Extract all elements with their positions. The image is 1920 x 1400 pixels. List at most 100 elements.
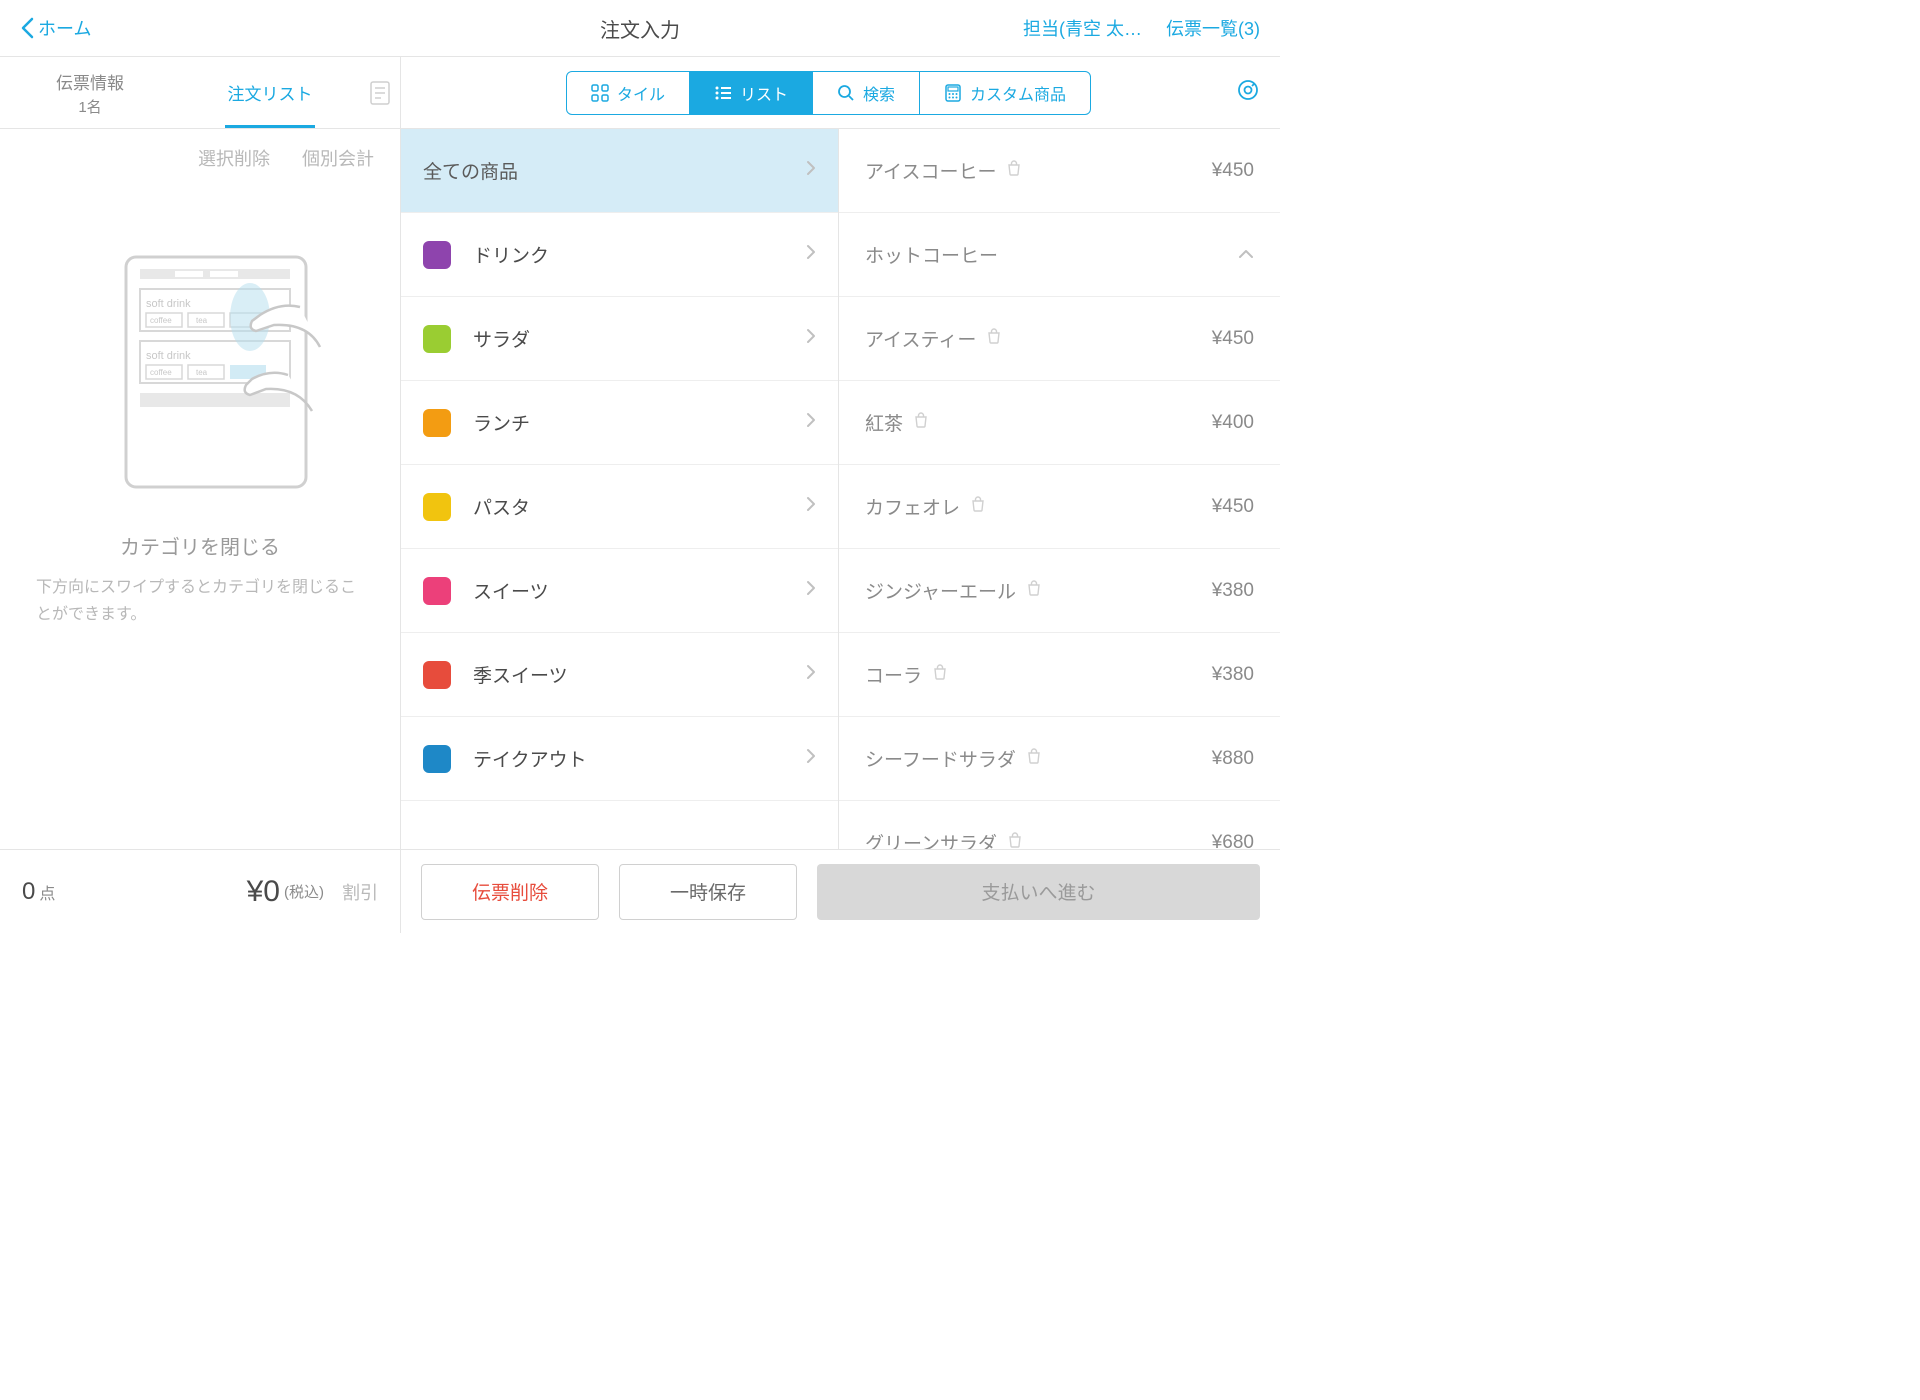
category-row[interactable]: 季スイーツ [401, 633, 838, 717]
category-row[interactable]: ドリンク [401, 213, 838, 297]
view-custom-label: カスタム商品 [970, 81, 1066, 105]
hold-button[interactable]: 一時保存 [619, 864, 797, 920]
product-name: シーフードサラダ [865, 745, 1212, 772]
gear-icon [1236, 78, 1260, 102]
product-name: グリーンサラダ [865, 829, 1212, 849]
settings-button[interactable] [1236, 78, 1260, 107]
bag-icon [986, 328, 1002, 350]
individual-bill-button[interactable]: 個別会計 [302, 145, 374, 171]
chevron-right-icon [806, 160, 816, 181]
category-color-swatch [423, 661, 451, 689]
empty-illustration: soft drink coffee tea soft drink coffee … [70, 247, 330, 507]
bag-icon [932, 664, 948, 686]
category-row[interactable]: スイーツ [401, 549, 838, 633]
product-price: ¥380 [1212, 664, 1254, 686]
product-name: アイスティー [865, 325, 1212, 352]
delete-slip-button[interactable]: 伝票削除 [421, 864, 599, 920]
bag-icon [913, 412, 929, 434]
slip-list-link[interactable]: 伝票一覧(3) [1166, 15, 1260, 41]
view-search-button[interactable]: 検索 [813, 72, 920, 114]
product-row[interactable]: ホットコーヒー [839, 213, 1280, 297]
list-icon [714, 84, 732, 102]
tab-order-list[interactable]: 注文リスト [180, 57, 360, 128]
chevron-right-icon [806, 496, 816, 517]
category-label: ドリンク [473, 241, 806, 268]
product-row[interactable]: 紅茶¥400 [839, 381, 1280, 465]
category-label: 全ての商品 [423, 157, 806, 184]
view-list-button[interactable]: リスト [690, 72, 813, 114]
view-list-label: リスト [740, 81, 788, 105]
svg-text:coffee: coffee [150, 316, 172, 325]
category-label: テイクアウト [473, 745, 806, 772]
back-button[interactable]: ホーム [20, 15, 91, 41]
tab-order-list-label: 注文リスト [228, 80, 313, 105]
delete-selected-button[interactable]: 選択削除 [198, 145, 270, 171]
category-color-swatch [423, 409, 451, 437]
chevron-left-icon [20, 17, 34, 39]
product-row[interactable]: アイスティー¥450 [839, 297, 1280, 381]
svg-text:soft drink: soft drink [146, 350, 191, 362]
category-label: パスタ [473, 493, 806, 520]
category-color-swatch [423, 493, 451, 521]
category-row[interactable]: テイクアウト [401, 717, 838, 801]
category-row[interactable]: ランチ [401, 381, 838, 465]
chevron-right-icon [806, 664, 816, 685]
category-color-swatch [423, 241, 451, 269]
product-price: ¥400 [1212, 412, 1254, 434]
staff-link[interactable]: 担当(青空 太… [1023, 15, 1142, 41]
category-label: サラダ [473, 325, 806, 352]
category-label: ランチ [473, 409, 806, 436]
svg-text:soft drink: soft drink [146, 298, 191, 310]
category-row[interactable]: 全ての商品 [401, 129, 838, 213]
tab-slip-info[interactable]: 伝票情報 1名 [0, 57, 180, 128]
product-row[interactable]: アイスコーヒー¥450 [839, 129, 1280, 213]
product-name: ホットコーヒー [865, 241, 1238, 268]
chevron-right-icon [806, 412, 816, 433]
proceed-payment-button[interactable]: 支払いへ進む [817, 864, 1260, 920]
calculator-icon [944, 84, 962, 102]
product-name: コーラ [865, 661, 1212, 688]
item-count-unit: 点 [39, 880, 55, 904]
category-color-swatch [423, 325, 451, 353]
product-row[interactable]: カフェオレ¥450 [839, 465, 1280, 549]
product-price: ¥380 [1212, 580, 1254, 602]
category-color-swatch [423, 577, 451, 605]
bag-icon [1026, 748, 1042, 770]
tip-title: カテゴリを閉じる [120, 531, 280, 560]
bag-icon [1026, 580, 1042, 602]
bag-icon [970, 496, 986, 518]
category-row[interactable]: パスタ [401, 465, 838, 549]
product-row[interactable]: コーラ¥380 [839, 633, 1280, 717]
discount-button[interactable]: 割引 [342, 879, 378, 905]
chevron-right-icon [806, 328, 816, 349]
product-name: カフェオレ [865, 493, 1212, 520]
total-tax-label: (税込) [284, 881, 324, 902]
tab-slip-info-label: 伝票情報 [56, 69, 124, 94]
product-row[interactable]: グリーンサラダ¥680 [839, 801, 1280, 849]
bag-icon [1007, 832, 1023, 850]
view-custom-button[interactable]: カスタム商品 [920, 72, 1090, 114]
product-price: ¥450 [1212, 496, 1254, 518]
product-row[interactable]: ジンジャーエール¥380 [839, 549, 1280, 633]
category-label: スイーツ [473, 577, 806, 604]
product-name: ジンジャーエール [865, 577, 1212, 604]
receipt-icon[interactable] [360, 57, 400, 128]
bag-icon [1006, 160, 1022, 182]
item-count: 0 [22, 878, 35, 906]
back-label: ホーム [38, 15, 91, 41]
svg-text:coffee: coffee [150, 368, 172, 377]
view-tile-button[interactable]: タイル [567, 72, 690, 114]
product-price: ¥880 [1212, 748, 1254, 770]
category-color-swatch [423, 745, 451, 773]
grid-icon [591, 84, 609, 102]
page-title: 注文入力 [600, 14, 680, 43]
product-name: アイスコーヒー [865, 157, 1212, 184]
chevron-right-icon [806, 244, 816, 265]
view-mode-segment: タイル リスト 検索 カスタム商品 [566, 71, 1091, 115]
chevron-up-icon [1238, 246, 1254, 264]
category-row[interactable]: サラダ [401, 297, 838, 381]
svg-text:tea: tea [196, 316, 208, 325]
tab-slip-info-sub: 1名 [78, 96, 101, 117]
product-row[interactable]: シーフードサラダ¥880 [839, 717, 1280, 801]
product-price: ¥450 [1212, 160, 1254, 182]
